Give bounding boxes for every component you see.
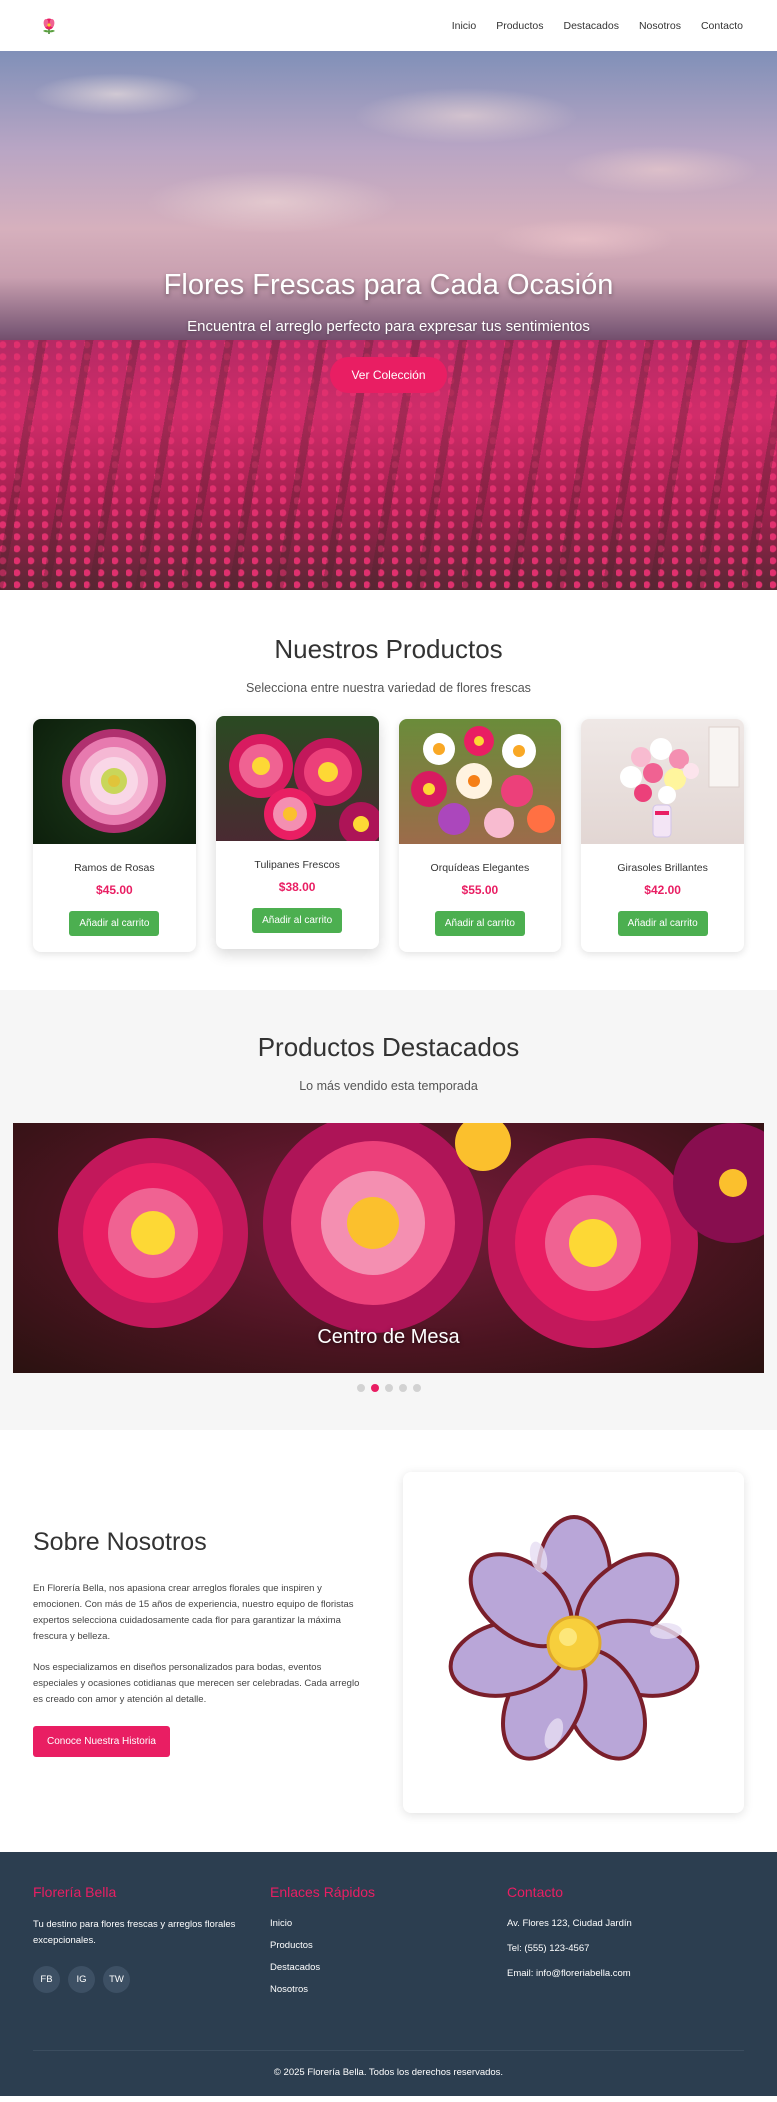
nav-link-destacados[interactable]: Destacados [564, 20, 619, 32]
facebook-icon[interactable]: FB [33, 1966, 60, 1993]
footer-links: Enlaces Rápidos Inicio Productos Destaca… [270, 1884, 507, 2006]
nav-link-inicio[interactable]: Inicio [452, 20, 477, 32]
about-section: Sobre Nosotros En Florería Bella, nos ap… [0, 1430, 777, 1852]
hero-content: Flores Frescas para Cada Ocasión Encuent… [0, 269, 777, 393]
carousel-dot[interactable] [412, 1384, 421, 1392]
hero-title: Flores Frescas para Cada Ocasión [163, 269, 614, 301]
footer-brand-text: Tu destino para flores frescas y arreglo… [33, 1919, 236, 1946]
site-footer: Florería Bella Tu destino para flores fr… [0, 1852, 777, 2096]
footer-brand-title: Florería Bella [33, 1884, 117, 1900]
carousel-dot[interactable] [356, 1384, 365, 1392]
product-image-bouquet [398, 719, 562, 844]
nav-link-nosotros[interactable]: Nosotros [639, 20, 681, 32]
product-image-daisies [215, 716, 379, 841]
carousel-caption: Centro de Mesa [317, 1326, 460, 1348]
about-paragraph: Nos especializamos en diseños personaliz… [33, 1662, 360, 1705]
product-card[interactable]: Ramos de Rosas $45.00 Añadir al carrito [33, 719, 196, 952]
footer-links-title: Enlaces Rápidos [270, 1884, 376, 1900]
carousel-dot[interactable] [398, 1384, 407, 1392]
flower-logo-icon[interactable] [38, 15, 60, 37]
main-nav: Inicio Productos Destacados Nosotros Con… [452, 20, 743, 32]
product-grid: Ramos de Rosas $45.00 Añadir al carrito … [33, 716, 744, 952]
product-image-dahlia [33, 719, 196, 844]
add-to-cart-button[interactable]: Añadir al carrito [617, 911, 708, 936]
featured-carousel[interactable]: Centro de Mesa [13, 1123, 764, 1373]
footer-link-inicio[interactable]: Inicio [270, 1918, 292, 1929]
products-subtitle: Selecciona entre nuestra variedad de flo… [246, 681, 531, 695]
product-card[interactable]: Orquídeas Elegantes $55.00 Añadir al car… [398, 719, 562, 952]
product-name: Ramos de Rosas [74, 862, 155, 874]
nav-link-contacto[interactable]: Contacto [701, 20, 743, 32]
footer-link-destacados[interactable]: Destacados [270, 1962, 320, 1973]
footer-brand: Florería Bella Tu destino para flores fr… [33, 1884, 270, 2006]
footer-link-productos[interactable]: Productos [270, 1940, 313, 1951]
contact-email: Email: info@floreriabella.com [507, 1968, 631, 1979]
product-image-vase-bouquet [581, 719, 744, 844]
contact-phone: Tel: (555) 123-4567 [507, 1943, 590, 1954]
carousel-dot[interactable] [384, 1384, 393, 1392]
about-image-flower [403, 1472, 744, 1813]
social-links: FB IG TW [33, 1966, 270, 1993]
footer-contact-title: Contacto [507, 1884, 564, 1900]
product-price: $42.00 [644, 883, 681, 897]
carousel-dot-active[interactable] [370, 1384, 379, 1392]
about-text: Sobre Nosotros En Florería Bella, nos ap… [33, 1528, 373, 1757]
nav-link-productos[interactable]: Productos [496, 20, 543, 32]
about-paragraph: En Florería Bella, nos apasiona crear ar… [33, 1583, 354, 1642]
product-price: $45.00 [96, 883, 133, 897]
hero-subtitle: Encuentra el arreglo perfecto para expre… [187, 318, 590, 335]
view-collection-button[interactable]: Ver Colección [330, 357, 447, 393]
our-story-button[interactable]: Conoce Nuestra Historia [33, 1726, 170, 1757]
twitter-icon[interactable]: TW [103, 1966, 130, 1993]
product-name: Tulipanes Frescos [254, 859, 340, 871]
product-name: Girasoles Brillantes [617, 862, 708, 874]
add-to-cart-button[interactable]: Añadir al carrito [434, 911, 525, 936]
copyright: © 2025 Florería Bella. Todos los derecho… [33, 2050, 744, 2096]
about-title: Sobre Nosotros [33, 1528, 207, 1556]
footer-link-nosotros[interactable]: Nosotros [270, 1984, 308, 1995]
products-title: Nuestros Productos [274, 634, 503, 664]
product-price: $38.00 [278, 880, 316, 894]
footer-contact: Contacto Av. Flores 123, Ciudad Jardín T… [507, 1884, 744, 2006]
contact-address: Av. Flores 123, Ciudad Jardín [507, 1918, 632, 1929]
featured-subtitle: Lo más vendido esta temporada [299, 1079, 478, 1093]
add-to-cart-button[interactable]: Añadir al carrito [69, 911, 160, 936]
product-card[interactable]: Tulipanes Frescos $38.00 Añadir al carri… [215, 716, 379, 949]
hero-banner: Flores Frescas para Cada Ocasión Encuent… [0, 51, 777, 590]
add-to-cart-button[interactable]: Añadir al carrito [252, 908, 343, 933]
product-price: $55.00 [461, 883, 499, 897]
site-header: Inicio Productos Destacados Nosotros Con… [0, 0, 777, 51]
instagram-icon[interactable]: IG [68, 1966, 95, 1993]
featured-title: Productos Destacados [257, 1032, 520, 1062]
products-section: Nuestros Productos Selecciona entre nues… [0, 590, 777, 990]
product-card[interactable]: Girasoles Brillantes $42.00 Añadir al ca… [581, 719, 744, 952]
carousel-dots [13, 1384, 764, 1392]
product-name: Orquídeas Elegantes [430, 862, 530, 874]
featured-section: Productos Destacados Lo más vendido esta… [0, 990, 777, 1430]
